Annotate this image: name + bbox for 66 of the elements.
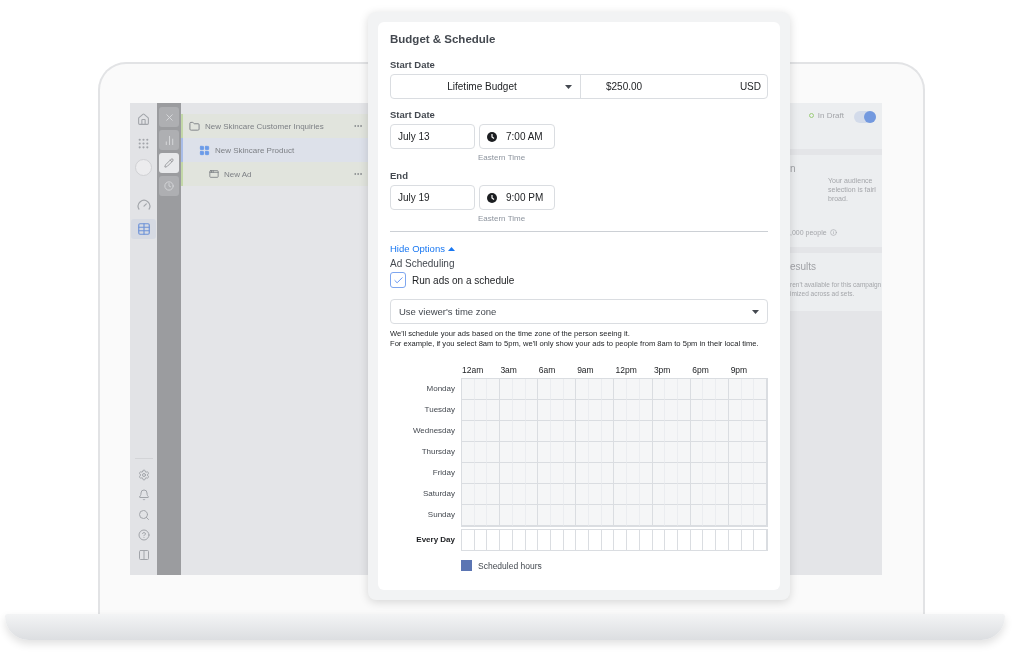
field-label: End bbox=[390, 170, 409, 181]
gauge-icon bbox=[136, 198, 151, 212]
hour-label: 3am bbox=[499, 365, 518, 377]
clock-icon bbox=[487, 131, 497, 142]
date-field[interactable]: July 19 bbox=[390, 185, 475, 210]
field-label: Start Date bbox=[390, 109, 436, 120]
every-day-label: Every Day bbox=[415, 534, 456, 544]
tool-button[interactable] bbox=[159, 176, 179, 196]
panel-icon bbox=[137, 549, 150, 561]
day-label: Friday bbox=[431, 467, 455, 479]
day-label: Sunday bbox=[426, 509, 455, 521]
bar-chart-icon bbox=[163, 134, 175, 146]
search-icon bbox=[137, 509, 150, 521]
hour-label: 9pm bbox=[729, 365, 749, 377]
home-icon bbox=[137, 112, 150, 126]
tool-button[interactable] bbox=[159, 130, 179, 150]
card-title: esults bbox=[790, 261, 818, 272]
day-label: Monday bbox=[425, 383, 455, 395]
legend-label: Scheduled hours bbox=[478, 560, 542, 571]
folder-icon bbox=[189, 120, 200, 132]
legend-swatch bbox=[461, 560, 472, 571]
toggle-switch[interactable] bbox=[854, 111, 876, 123]
checkbox[interactable] bbox=[390, 272, 406, 288]
apps-grid-icon bbox=[137, 136, 150, 150]
hour-label: 6am bbox=[537, 365, 557, 377]
hour-label: 12pm bbox=[614, 365, 638, 377]
date-field[interactable]: July 13 bbox=[390, 124, 475, 149]
time-field[interactable]: 9:00 PM bbox=[479, 185, 555, 210]
tool-button[interactable] bbox=[159, 107, 179, 127]
timezone-label: Eastern Time bbox=[478, 153, 527, 162]
day-label: Wednesday bbox=[411, 425, 455, 437]
brand-logo-icon bbox=[135, 158, 152, 176]
options-link[interactable]: Hide Options bbox=[390, 243, 455, 254]
caret-up-icon bbox=[447, 246, 455, 251]
hour-label: 3pm bbox=[652, 365, 672, 377]
day-label: Thursday bbox=[420, 446, 455, 458]
pencil-icon bbox=[164, 158, 174, 168]
day-label: Tuesday bbox=[423, 404, 455, 416]
hour-label: 12am bbox=[461, 365, 485, 377]
info-icon bbox=[829, 229, 837, 236]
check-icon bbox=[392, 274, 404, 286]
every-day-hours[interactable] bbox=[461, 529, 768, 551]
timezone-label: Eastern Time bbox=[478, 214, 527, 223]
hour-label: 9am bbox=[576, 365, 595, 377]
table-icon bbox=[136, 222, 151, 236]
time-field[interactable]: 7:00 AM bbox=[479, 124, 555, 149]
caret-down-icon bbox=[752, 309, 759, 314]
help-icon bbox=[137, 529, 150, 541]
nav-button[interactable] bbox=[131, 219, 156, 239]
settings-icon bbox=[137, 469, 150, 481]
schedule-grid[interactable] bbox=[461, 378, 768, 527]
bell-icon bbox=[137, 489, 150, 501]
clock-icon bbox=[164, 181, 174, 191]
section-title: Ad Scheduling bbox=[390, 258, 456, 269]
close-icon bbox=[163, 111, 175, 123]
checkbox-label: Run ads on a schedule bbox=[412, 274, 515, 286]
modal-title: Budget & Schedule bbox=[390, 33, 497, 45]
timezone-select[interactable]: Use viewer's time zone bbox=[390, 299, 768, 324]
card-title: n bbox=[790, 163, 797, 174]
tool-button[interactable] bbox=[159, 153, 179, 173]
window-icon bbox=[209, 169, 219, 179]
hour-label: 6pm bbox=[691, 365, 710, 377]
day-label: Saturday bbox=[421, 488, 455, 500]
grid-icon bbox=[199, 144, 210, 156]
clock-icon bbox=[487, 192, 497, 203]
field-label: Start Date bbox=[390, 59, 436, 70]
